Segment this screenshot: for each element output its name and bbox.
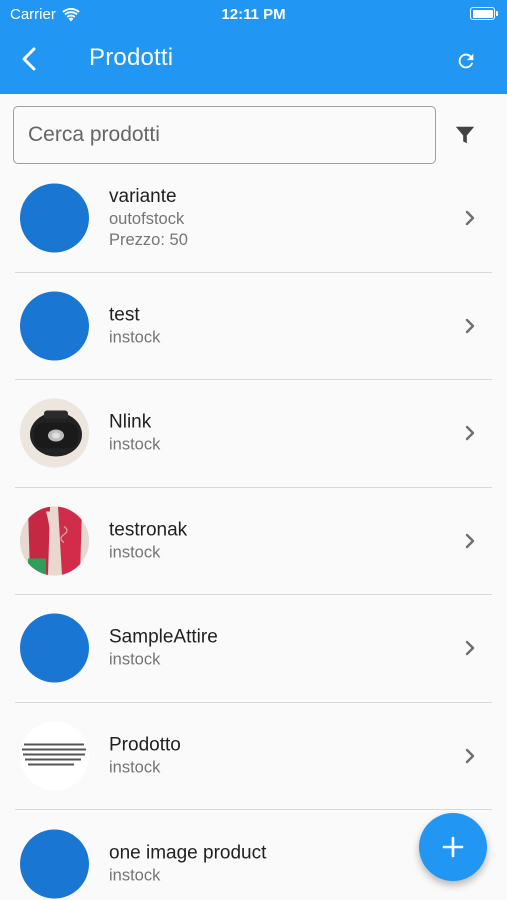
list-item-texts: Nlink instock <box>109 411 160 456</box>
product-status: instock <box>109 543 161 562</box>
plus-icon <box>442 836 464 858</box>
app-bar: Carrier 12:11 PM Prodotti <box>0 0 507 94</box>
list-item[interactable]: Nlink instock <box>15 380 492 488</box>
product-avatar <box>20 291 89 361</box>
list-item-texts: testronak instock <box>109 518 187 563</box>
list-item[interactable]: test instock <box>15 273 492 380</box>
product-name: one image product <box>109 842 267 864</box>
product-photo-image <box>20 506 89 576</box>
refresh-icon <box>458 53 474 69</box>
chevron-right-icon <box>462 746 478 766</box>
list-item-texts: one image product instock <box>109 841 266 886</box>
add-product-button[interactable] <box>419 813 487 881</box>
product-status: instock <box>109 866 161 885</box>
product-name: SampleAttire <box>109 626 218 648</box>
product-list: variante outofstock Prezzo: 50 test inst… <box>0 165 507 900</box>
chevron-right-icon <box>462 208 478 228</box>
list-item[interactable]: Prodotto instock <box>15 703 492 810</box>
text-snippet-image <box>20 721 89 791</box>
chevron-right-icon <box>462 316 478 336</box>
chevron-right-icon <box>462 423 478 443</box>
page-title: Prodotti <box>89 44 174 71</box>
product-status: instock <box>109 650 161 669</box>
product-avatar <box>20 829 89 899</box>
product-name: variante <box>109 186 177 208</box>
list-item-texts: Prodotto instock <box>109 733 181 778</box>
chevron-right-icon <box>462 531 478 551</box>
filter-icon <box>455 126 475 144</box>
list-item[interactable]: testronak instock <box>15 488 492 595</box>
status-bar: Carrier 12:11 PM <box>0 0 507 30</box>
product-image-avatar <box>20 398 89 468</box>
list-item-texts: variante outofstock Prezzo: 50 <box>109 185 188 251</box>
list-item-texts: SampleAttire instock <box>109 626 218 671</box>
product-status: instock <box>109 328 161 347</box>
product-photo-image <box>20 398 89 468</box>
product-name: test <box>109 304 140 326</box>
product-price: Prezzo: 50 <box>109 231 188 250</box>
product-image-avatar <box>20 721 89 791</box>
refresh-button[interactable] <box>449 44 483 78</box>
chevron-left-icon <box>22 47 36 71</box>
product-name: Prodotto <box>109 734 181 756</box>
product-avatar <box>20 183 89 253</box>
product-status: outofstock <box>109 210 185 229</box>
product-status: instock <box>109 435 161 454</box>
list-item[interactable]: SampleAttire instock <box>15 595 492 703</box>
list-item[interactable]: variante outofstock Prezzo: 50 <box>15 165 492 273</box>
status-time: 12:11 PM <box>221 6 286 23</box>
search-field[interactable] <box>13 106 436 164</box>
product-avatar <box>20 613 89 683</box>
product-name: testronak <box>109 519 188 541</box>
product-name: Nlink <box>109 411 152 433</box>
chevron-right-icon <box>462 638 478 658</box>
product-image-avatar <box>20 506 89 576</box>
filter-button[interactable] <box>448 118 482 152</box>
product-status: instock <box>109 758 161 777</box>
battery-icon <box>470 7 498 20</box>
back-button[interactable] <box>12 42 46 76</box>
list-item-texts: test instock <box>109 303 160 348</box>
search-input[interactable] <box>14 107 435 163</box>
